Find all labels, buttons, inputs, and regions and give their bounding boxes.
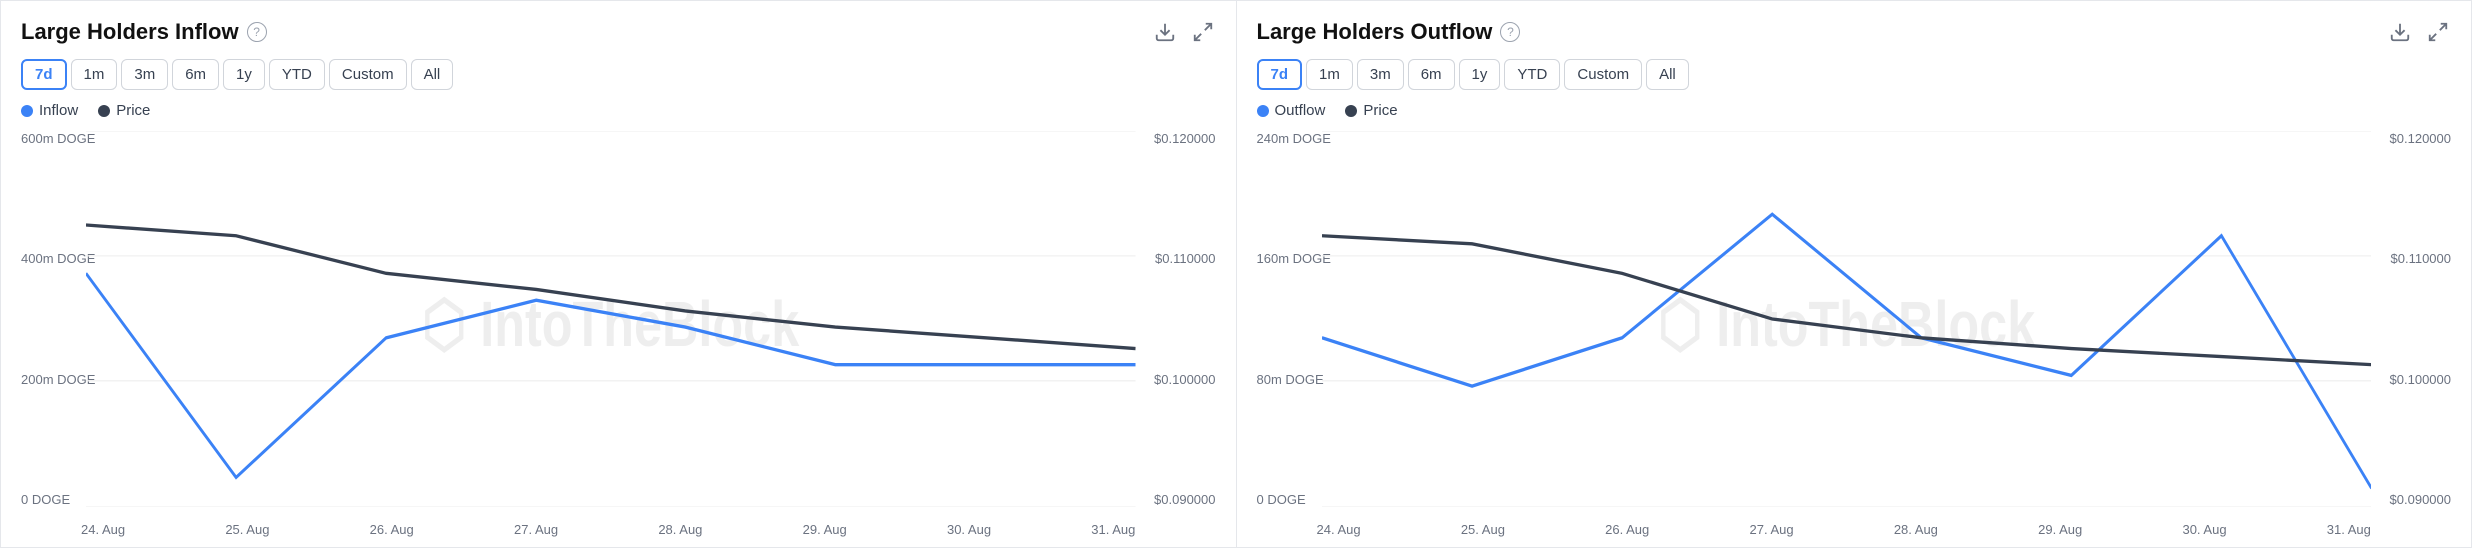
out-y-right-3: $0.090000 bbox=[2390, 492, 2451, 507]
download-icon[interactable] bbox=[1152, 19, 1178, 45]
out-x-5: 29. Aug bbox=[2038, 522, 2082, 537]
out-y-right-0: $0.120000 bbox=[2390, 131, 2451, 146]
outflow-expand-icon[interactable] bbox=[2425, 19, 2451, 45]
time-btn-7d[interactable]: 7d bbox=[21, 59, 67, 90]
outflow-header: Large Holders Outflow ? bbox=[1257, 19, 2452, 45]
outflow-y-left: 240m DOGE 160m DOGE 80m DOGE 0 DOGE bbox=[1257, 131, 1331, 507]
out-x-3: 27. Aug bbox=[1749, 522, 1793, 537]
y-left-2: 200m DOGE bbox=[21, 372, 95, 387]
out-x-0: 24. Aug bbox=[1317, 522, 1361, 537]
out-x-6: 30. Aug bbox=[2182, 522, 2226, 537]
time-btn-custom[interactable]: Custom bbox=[329, 59, 407, 90]
x-3: 27. Aug bbox=[514, 522, 558, 537]
time-btn-ytd[interactable]: YTD bbox=[269, 59, 325, 90]
x-5: 29. Aug bbox=[803, 522, 847, 537]
y-right-0: $0.120000 bbox=[1154, 131, 1215, 146]
time-btn-6m[interactable]: 6m bbox=[172, 59, 219, 90]
outflow-time-btn-all[interactable]: All bbox=[1646, 59, 1689, 90]
x-4: 28. Aug bbox=[658, 522, 702, 537]
time-btn-1m[interactable]: 1m bbox=[71, 59, 118, 90]
outflow-download-icon[interactable] bbox=[2387, 19, 2413, 45]
outflow-time-btn-1m[interactable]: 1m bbox=[1306, 59, 1353, 90]
out-y-right-2: $0.100000 bbox=[2390, 372, 2451, 387]
y-left-1: 400m DOGE bbox=[21, 251, 95, 266]
outflow-time-btn-ytd[interactable]: YTD bbox=[1504, 59, 1560, 90]
inflow-legend-label: Inflow bbox=[39, 102, 78, 119]
outflow-svg: ⬡ IntoTheBlock bbox=[1322, 131, 2372, 507]
svg-text:⬡ IntoTheBlock: ⬡ IntoTheBlock bbox=[1658, 289, 2036, 360]
price-legend-label-inflow: Price bbox=[116, 102, 150, 119]
inflow-chart-area: 600m DOGE 400m DOGE 200m DOGE 0 DOGE $0.… bbox=[21, 131, 1216, 537]
outflow-time-btn-1y[interactable]: 1y bbox=[1459, 59, 1501, 90]
outflow-title: Large Holders Outflow bbox=[1257, 19, 1493, 45]
outflow-y-right: $0.120000 $0.110000 $0.100000 $0.090000 bbox=[2390, 131, 2451, 507]
x-7: 31. Aug bbox=[1091, 522, 1135, 537]
price-dot-inflow bbox=[98, 105, 110, 117]
price-dot-outflow bbox=[1345, 105, 1357, 117]
outflow-dot bbox=[1257, 105, 1269, 117]
inflow-time-filters: 7d 1m 3m 6m 1y YTD Custom All bbox=[21, 59, 1216, 90]
inflow-x-axis: 24. Aug 25. Aug 26. Aug 27. Aug 28. Aug … bbox=[81, 522, 1136, 537]
y-right-3: $0.090000 bbox=[1154, 492, 1215, 507]
price-legend-label-outflow: Price bbox=[1363, 102, 1397, 119]
outflow-title-group: Large Holders Outflow ? bbox=[1257, 19, 1521, 45]
inflow-help-icon[interactable]: ? bbox=[247, 22, 267, 42]
y-right-1: $0.110000 bbox=[1154, 251, 1215, 266]
outflow-actions bbox=[2387, 19, 2451, 45]
outflow-time-filters: 7d 1m 3m 6m 1y YTD Custom All bbox=[1257, 59, 2452, 90]
outflow-legend-secondary: Price bbox=[1345, 102, 1397, 119]
out-x-4: 28. Aug bbox=[1894, 522, 1938, 537]
inflow-svg: ⬡ IntoTheBlock bbox=[86, 131, 1136, 507]
out-x-2: 26. Aug bbox=[1605, 522, 1649, 537]
out-y-left-0: 240m DOGE bbox=[1257, 131, 1331, 146]
inflow-header: Large Holders Inflow ? bbox=[21, 19, 1216, 45]
outflow-legend-label: Outflow bbox=[1275, 102, 1326, 119]
expand-icon[interactable] bbox=[1190, 19, 1216, 45]
y-left-0: 600m DOGE bbox=[21, 131, 95, 146]
x-2: 26. Aug bbox=[370, 522, 414, 537]
out-y-right-1: $0.110000 bbox=[2390, 251, 2451, 266]
out-x-7: 31. Aug bbox=[2327, 522, 2371, 537]
outflow-x-axis: 24. Aug 25. Aug 26. Aug 27. Aug 28. Aug … bbox=[1317, 522, 2372, 537]
inflow-y-left: 600m DOGE 400m DOGE 200m DOGE 0 DOGE bbox=[21, 131, 95, 507]
outflow-legend: Outflow Price bbox=[1257, 102, 2452, 119]
out-x-1: 25. Aug bbox=[1461, 522, 1505, 537]
inflow-legend-secondary: Price bbox=[98, 102, 150, 119]
inflow-panel: Large Holders Inflow ? 7d bbox=[0, 0, 1237, 548]
outflow-legend-primary: Outflow bbox=[1257, 102, 1326, 119]
inflow-legend-primary: Inflow bbox=[21, 102, 78, 119]
x-6: 30. Aug bbox=[947, 522, 991, 537]
inflow-actions bbox=[1152, 19, 1216, 45]
outflow-time-btn-3m[interactable]: 3m bbox=[1357, 59, 1404, 90]
outflow-chart-area: 240m DOGE 160m DOGE 80m DOGE 0 DOGE $0.1… bbox=[1257, 131, 2452, 537]
outflow-time-btn-custom[interactable]: Custom bbox=[1564, 59, 1642, 90]
outflow-panel: Large Holders Outflow ? 7d bbox=[1237, 0, 2472, 548]
time-btn-1y[interactable]: 1y bbox=[223, 59, 265, 90]
x-0: 24. Aug bbox=[81, 522, 125, 537]
inflow-title: Large Holders Inflow bbox=[21, 19, 239, 45]
inflow-legend: Inflow Price bbox=[21, 102, 1216, 119]
x-1: 25. Aug bbox=[225, 522, 269, 537]
time-btn-all[interactable]: All bbox=[411, 59, 454, 90]
outflow-time-btn-6m[interactable]: 6m bbox=[1408, 59, 1455, 90]
inflow-title-group: Large Holders Inflow ? bbox=[21, 19, 267, 45]
out-y-left-2: 80m DOGE bbox=[1257, 372, 1331, 387]
outflow-time-btn-7d[interactable]: 7d bbox=[1257, 59, 1303, 90]
outflow-help-icon[interactable]: ? bbox=[1500, 22, 1520, 42]
time-btn-3m[interactable]: 3m bbox=[121, 59, 168, 90]
inflow-dot bbox=[21, 105, 33, 117]
inflow-y-right: $0.120000 $0.110000 $0.100000 $0.090000 bbox=[1154, 131, 1215, 507]
y-right-2: $0.100000 bbox=[1154, 372, 1215, 387]
y-left-3: 0 DOGE bbox=[21, 492, 95, 507]
out-y-left-1: 160m DOGE bbox=[1257, 251, 1331, 266]
out-y-left-3: 0 DOGE bbox=[1257, 492, 1331, 507]
